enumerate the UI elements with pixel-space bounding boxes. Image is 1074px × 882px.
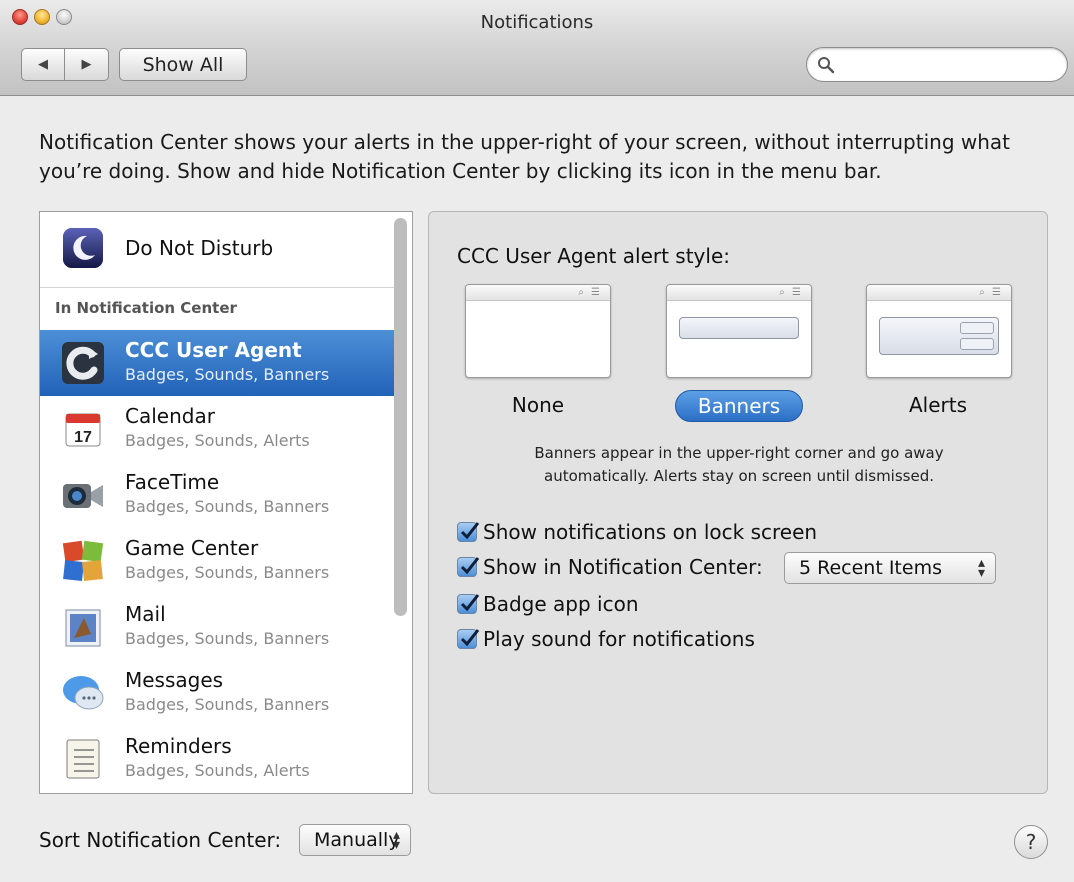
preview-alert-button	[960, 338, 994, 350]
help-button[interactable]: ?	[1014, 825, 1048, 859]
notification-center-description: Notification Center shows your alerts in…	[39, 130, 1010, 183]
preview-banner	[679, 317, 799, 339]
app-alert-summary: Badges, Sounds, Banners	[125, 695, 330, 714]
app-alert-summary: Badges, Sounds, Banners	[125, 563, 330, 582]
lock-screen-option[interactable]: Show notifications on lock screen	[457, 518, 817, 546]
app-name: Messages	[125, 668, 224, 692]
forward-arrow-icon: ▶	[81, 57, 92, 72]
alert-style-description-line: automatically. Alerts stay on screen unt…	[544, 467, 934, 485]
app-name: Game Center	[125, 536, 259, 560]
app-alert-summary: Badges, Sounds, Alerts	[125, 431, 310, 450]
app-row-calendar[interactable]: 17 Calendar Badges, Sounds, Alerts	[40, 396, 396, 462]
alert-style-alerts-label[interactable]: Alerts	[885, 390, 991, 422]
app-alert-summary: Badges, Sounds, Alerts	[125, 761, 310, 780]
do-not-disturb-label: Do Not Disturb	[125, 236, 274, 260]
sound-label: Play sound for notifications	[483, 627, 755, 651]
alert-style-banners-label[interactable]: Banners	[675, 390, 803, 422]
back-button[interactable]: ◀	[22, 49, 66, 80]
preview-search-list-icon: ⌕ ☰	[779, 287, 803, 298]
show-all-button[interactable]: Show All	[119, 48, 247, 81]
preview-alert	[879, 317, 999, 355]
app-row-mail[interactable]: Mail Badges, Sounds, Banners	[40, 594, 396, 660]
messages-icon	[63, 676, 104, 710]
facetime-icon	[63, 484, 103, 508]
app-name: FaceTime	[125, 470, 220, 494]
preview-menubar: ⌕ ☰	[466, 285, 610, 301]
app-alert-summary: Badges, Sounds, Banners	[125, 365, 330, 384]
calendar-day-label: 17	[74, 429, 92, 446]
alert-style-none-label[interactable]: None	[485, 390, 591, 422]
app-row-messages[interactable]: Messages Badges, Sounds, Banners	[40, 660, 396, 726]
app-name: Mail	[125, 602, 166, 626]
app-row-facetime[interactable]: FaceTime Badges, Sounds, Banners	[40, 462, 396, 528]
popup-arrows-icon: ▴ ▾	[977, 555, 985, 581]
recent-items-value: 5 Recent Items	[799, 557, 942, 579]
preview-alert-button	[960, 322, 994, 334]
app-list-scrollbar[interactable]	[394, 218, 407, 616]
search-icon	[818, 57, 835, 74]
mail-icon	[65, 609, 101, 647]
popup-arrows-icon: ▴ ▾	[392, 827, 400, 853]
checkmark-icon	[460, 594, 480, 612]
moon-icon	[63, 228, 103, 268]
badge-checkbox[interactable]	[457, 594, 480, 614]
alert-style-description: Banners appear in the upper-right corner…	[469, 442, 1009, 488]
checkmark-icon	[460, 629, 480, 647]
alert-style-heading: CCC User Agent alert style:	[457, 244, 730, 268]
alert-style-alerts-preview[interactable]: ⌕ ☰	[866, 284, 1012, 378]
sound-option[interactable]: Play sound for notifications	[457, 625, 755, 653]
preview-menubar: ⌕ ☰	[867, 285, 1011, 301]
lock-screen-label: Show notifications on lock screen	[483, 520, 818, 544]
app-row-game-center[interactable]: Game Center Badges, Sounds, Banners	[40, 528, 396, 594]
sort-order-value: Manually	[314, 829, 400, 851]
section-header: In Notification Center	[55, 299, 237, 317]
ccc-icon	[62, 342, 104, 384]
search-input[interactable]	[806, 47, 1068, 82]
lock-screen-checkbox[interactable]	[457, 522, 480, 542]
reminders-icon	[66, 739, 100, 779]
checkmark-icon	[460, 557, 480, 575]
preview-menubar: ⌕ ☰	[667, 285, 811, 301]
alert-style-description-line: Banners appear in the upper-right corner…	[534, 444, 944, 462]
app-alert-summary: Badges, Sounds, Banners	[125, 497, 330, 516]
sound-checkbox[interactable]	[457, 629, 480, 649]
app-row-reminders[interactable]: Reminders Badges, Sounds, Alerts	[40, 726, 396, 792]
checkmark-icon	[460, 522, 480, 540]
app-list: Do Not Disturb In Notification Center CC…	[39, 211, 413, 794]
app-name: Calendar	[125, 404, 215, 428]
back-forward-control: ◀ ▶	[21, 48, 109, 81]
app-name: CCC User Agent	[125, 338, 302, 362]
recent-items-popup[interactable]: 5 Recent Items ▴ ▾	[784, 552, 996, 584]
help-icon: ?	[1025, 830, 1037, 854]
toolbar: Notifications ◀ ▶ Show All	[0, 0, 1074, 96]
alert-style-none-preview[interactable]: ⌕ ☰	[465, 284, 611, 378]
app-row-ccc-user-agent[interactable]: CCC User Agent Badges, Sounds, Banners	[40, 330, 396, 396]
game-center-icon	[62, 540, 104, 581]
alert-settings-panel: CCC User Agent alert style: ⌕ ☰ ⌕ ☰ ⌕ ☰ …	[428, 211, 1048, 794]
back-arrow-icon: ◀	[38, 57, 48, 72]
preview-search-list-icon: ⌕ ☰	[578, 287, 602, 298]
app-name: Reminders	[125, 734, 232, 758]
notification-center-option[interactable]: Show in Notification Center:	[457, 553, 763, 581]
preview-search-list-icon: ⌕ ☰	[979, 287, 1003, 298]
notification-center-label: Show in Notification Center:	[483, 555, 763, 579]
badge-label: Badge app icon	[483, 592, 639, 616]
do-not-disturb-row[interactable]: Do Not Disturb	[40, 212, 396, 288]
window-title: Notifications	[480, 12, 594, 33]
sort-order-popup[interactable]: Manually ▴ ▾	[299, 824, 411, 856]
alert-style-banners-preview[interactable]: ⌕ ☰	[666, 284, 812, 378]
badge-option[interactable]: Badge app icon	[457, 590, 639, 618]
forward-button[interactable]: ▶	[65, 49, 108, 80]
app-alert-summary: Badges, Sounds, Banners	[125, 629, 330, 648]
notification-center-checkbox[interactable]	[457, 557, 480, 577]
sort-label: Sort Notification Center:	[39, 828, 282, 852]
calendar-icon: 17	[65, 413, 101, 447]
